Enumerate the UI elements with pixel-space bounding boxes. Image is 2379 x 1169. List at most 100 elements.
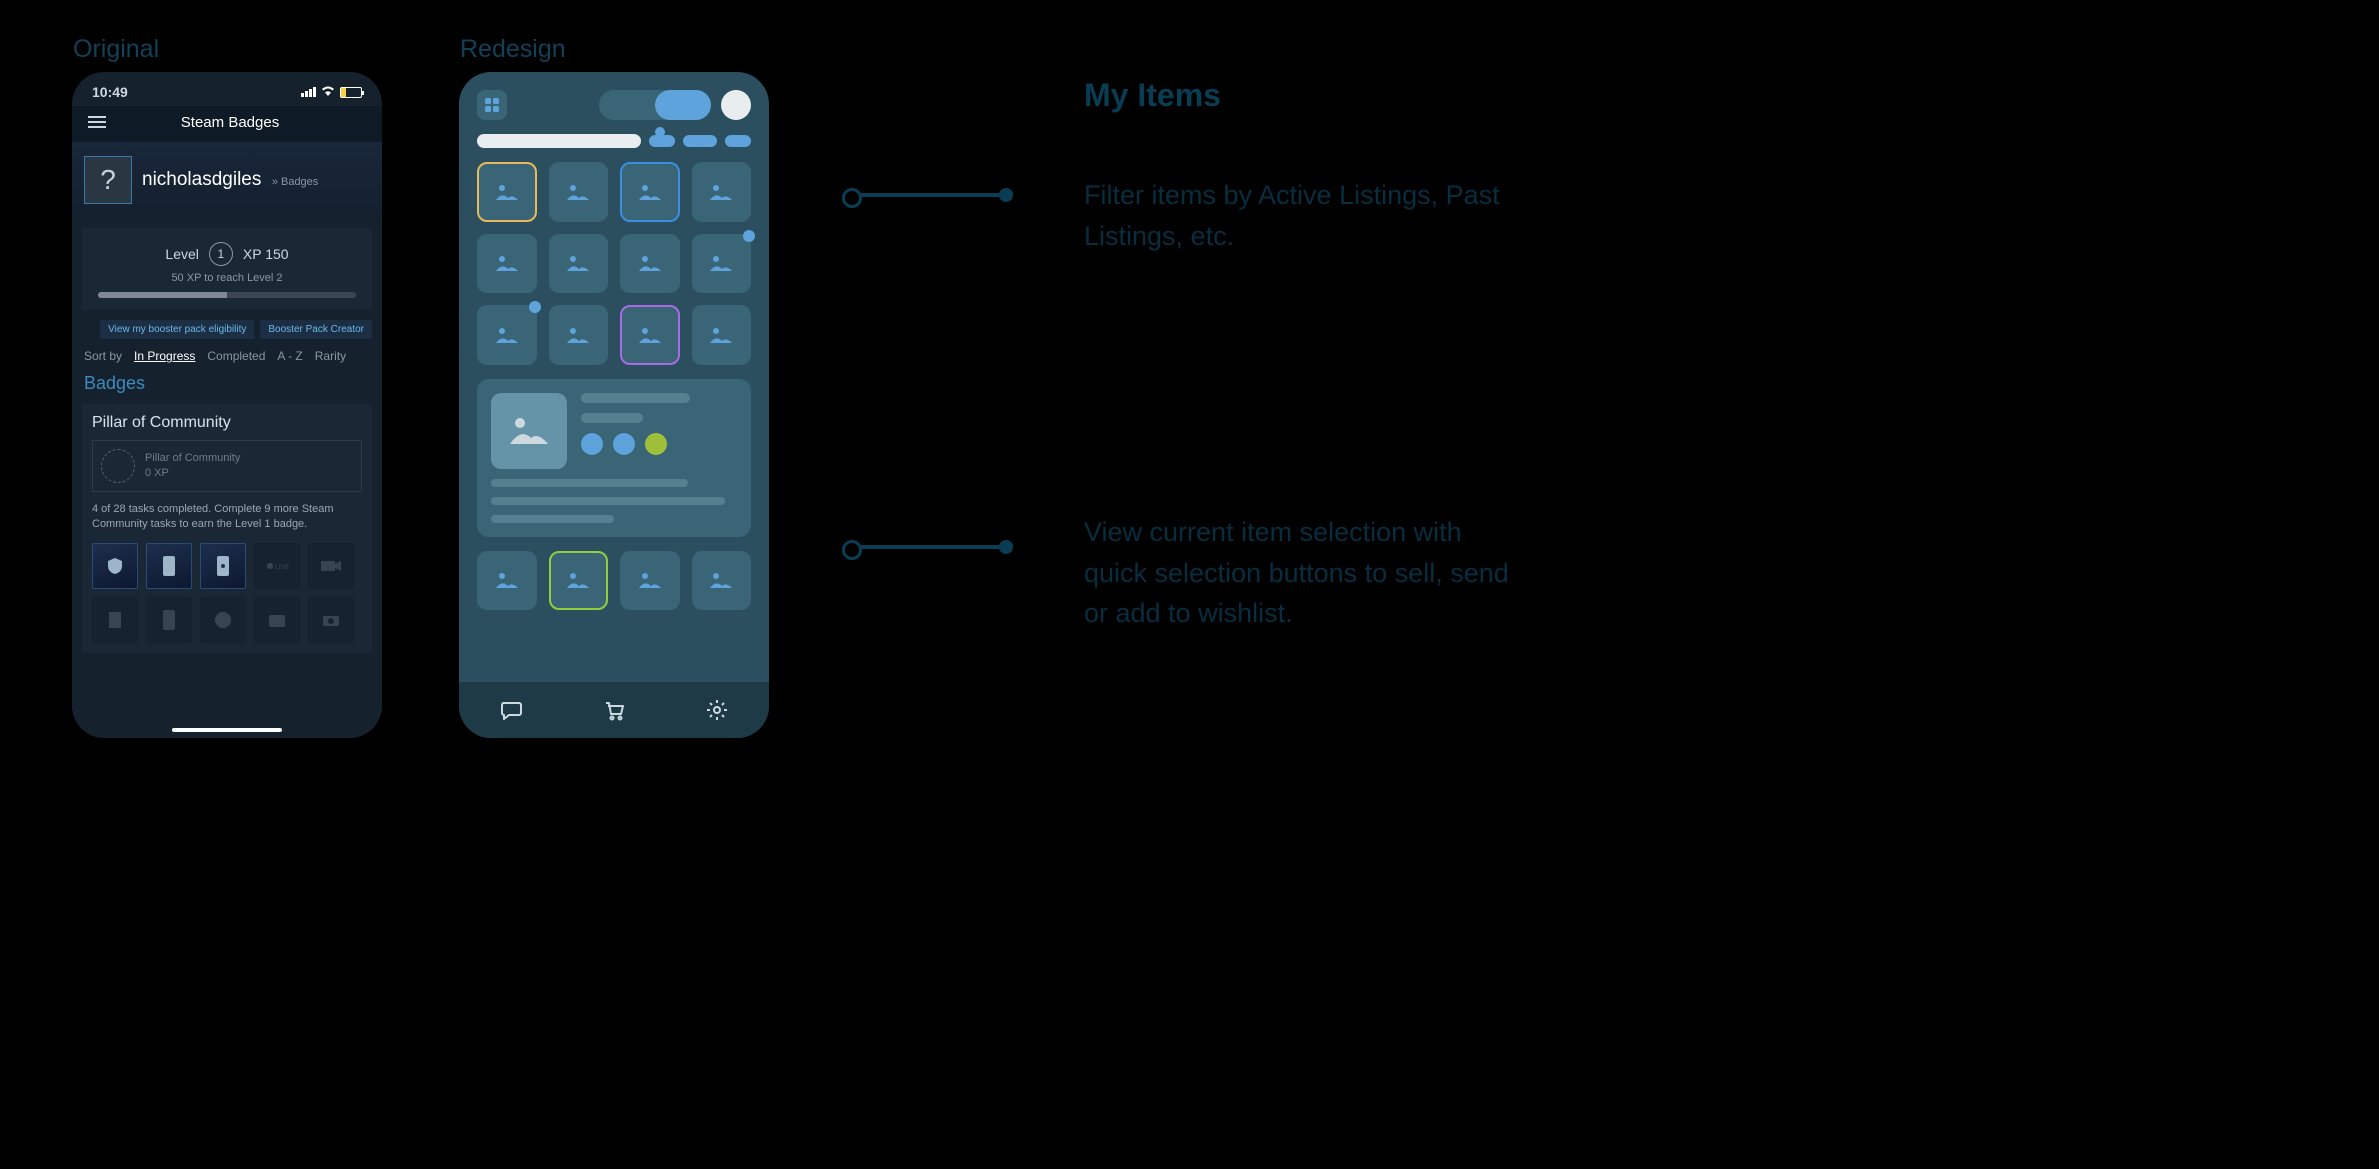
original-phone-mock: 10:49 Steam Badges ? nicholasdgiles » Ba…: [72, 72, 382, 738]
filter-chip[interactable]: [683, 135, 717, 147]
xp-label: XP 150: [243, 246, 289, 262]
filter-indicator-icon: [655, 127, 665, 137]
item-tile[interactable]: [549, 551, 609, 611]
item-tile[interactable]: [620, 305, 680, 365]
task-tile[interactable]: [200, 597, 246, 643]
wishlist-button[interactable]: [645, 433, 667, 455]
task-tile[interactable]: [308, 543, 354, 589]
connector-line: [846, 193, 1006, 197]
sort-label: Sort by: [84, 349, 122, 363]
level-card: Level 1 XP 150 50 XP to reach Level 2: [82, 228, 372, 310]
item-desc-line: [491, 479, 688, 487]
item-tile[interactable]: [620, 162, 680, 222]
badge-box: Pillar of Community 0 XP: [92, 440, 362, 492]
annotation-filter: Filter items by Active Listings, Past Li…: [1084, 175, 1524, 256]
sort-az[interactable]: A - Z: [277, 349, 302, 363]
redesign-phone-mock: [459, 72, 769, 738]
filter-row: [477, 134, 751, 148]
item-thumbnail: [491, 393, 567, 469]
chat-icon[interactable]: [499, 698, 523, 722]
filter-chip[interactable]: [725, 135, 751, 147]
status-icons: [301, 85, 362, 99]
notification-dot-icon: [743, 230, 755, 242]
item-tile[interactable]: [692, 234, 752, 294]
grid-view-button[interactable]: [477, 90, 507, 120]
sort-in-progress[interactable]: In Progress: [134, 349, 195, 363]
task-tile[interactable]: [92, 597, 138, 643]
task-tile[interactable]: LIVE: [254, 543, 300, 589]
view-toggle[interactable]: [599, 90, 711, 120]
item-tile[interactable]: [620, 551, 680, 611]
send-button[interactable]: [613, 433, 635, 455]
home-indicator[interactable]: [172, 728, 282, 732]
item-tile[interactable]: [692, 305, 752, 365]
xp-sub: 50 XP to reach Level 2: [98, 272, 356, 284]
status-bar: 10:49: [72, 72, 382, 106]
item-tile[interactable]: [549, 162, 609, 222]
task-tile[interactable]: [200, 543, 246, 589]
task-grid: LIVE: [92, 543, 362, 643]
item-title-placeholder: [581, 393, 690, 403]
sell-button[interactable]: [581, 433, 603, 455]
badges-header: Badges: [72, 373, 382, 400]
booster-eligibility-link[interactable]: View my booster pack eligibility: [100, 320, 254, 339]
clock: 10:49: [92, 84, 128, 100]
item-tile[interactable]: [692, 551, 752, 611]
level-label: Level: [165, 246, 198, 262]
connector-line: [846, 545, 1006, 549]
avatar[interactable]: ?: [84, 156, 132, 204]
item-tile[interactable]: [549, 305, 609, 365]
item-tile[interactable]: [477, 162, 537, 222]
label-redesign: Redesign: [460, 35, 566, 64]
badge-placeholder-icon: [101, 449, 135, 483]
item-desc-line: [491, 497, 725, 505]
badge-card[interactable]: Pillar of Community Pillar of Community …: [82, 404, 372, 653]
item-subtitle-placeholder: [581, 413, 643, 423]
task-tile[interactable]: [146, 597, 192, 643]
cart-icon[interactable]: [602, 698, 626, 722]
level-value: 1: [209, 242, 233, 266]
task-tile[interactable]: [308, 597, 354, 643]
sort-rarity[interactable]: Rarity: [315, 349, 346, 363]
annotation-detail: View current item selection with quick s…: [1084, 512, 1524, 634]
search-input[interactable]: [477, 134, 641, 148]
label-original: Original: [73, 35, 159, 64]
item-grid: [477, 162, 751, 365]
wifi-icon: [321, 85, 335, 99]
badge-desc: 4 of 28 tasks completed. Complete 9 more…: [92, 502, 362, 533]
avatar[interactable]: [721, 90, 751, 120]
battery-icon: [340, 87, 362, 98]
item-desc-line: [491, 515, 614, 523]
username[interactable]: nicholasdgiles: [142, 169, 261, 190]
task-tile[interactable]: [92, 543, 138, 589]
svg-text:LIVE: LIVE: [275, 564, 289, 571]
item-grid-bottom: [477, 551, 751, 611]
sort-row: Sort by In Progress Completed A - Z Rari…: [72, 339, 382, 373]
annotation-title: My Items: [1084, 77, 1221, 114]
booster-creator-link[interactable]: Booster Pack Creator: [260, 320, 372, 339]
item-tile[interactable]: [477, 305, 537, 365]
gear-icon[interactable]: [705, 698, 729, 722]
task-tile[interactable]: [146, 543, 192, 589]
redesign-topbar: [477, 90, 751, 120]
title-bar: Steam Badges: [72, 106, 382, 142]
notification-dot-icon: [529, 301, 541, 313]
page-title: Steam Badges: [90, 114, 370, 131]
user-header: ? nicholasdgiles » Badges: [72, 142, 382, 218]
item-tile[interactable]: [477, 234, 537, 294]
item-tile[interactable]: [477, 551, 537, 611]
item-detail-panel: [477, 379, 751, 537]
progress-bar: [98, 292, 356, 298]
badge-title: Pillar of Community: [92, 414, 362, 432]
filter-chip[interactable]: [649, 135, 675, 147]
badge-xp: 0 XP: [145, 466, 240, 481]
sort-completed[interactable]: Completed: [207, 349, 265, 363]
item-tile[interactable]: [692, 162, 752, 222]
item-tile[interactable]: [620, 234, 680, 294]
signal-icon: [301, 87, 316, 97]
bottom-nav: [459, 682, 769, 738]
breadcrumb: » Badges: [272, 176, 318, 188]
badge-name: Pillar of Community: [145, 451, 240, 466]
item-tile[interactable]: [549, 234, 609, 294]
task-tile[interactable]: [254, 597, 300, 643]
